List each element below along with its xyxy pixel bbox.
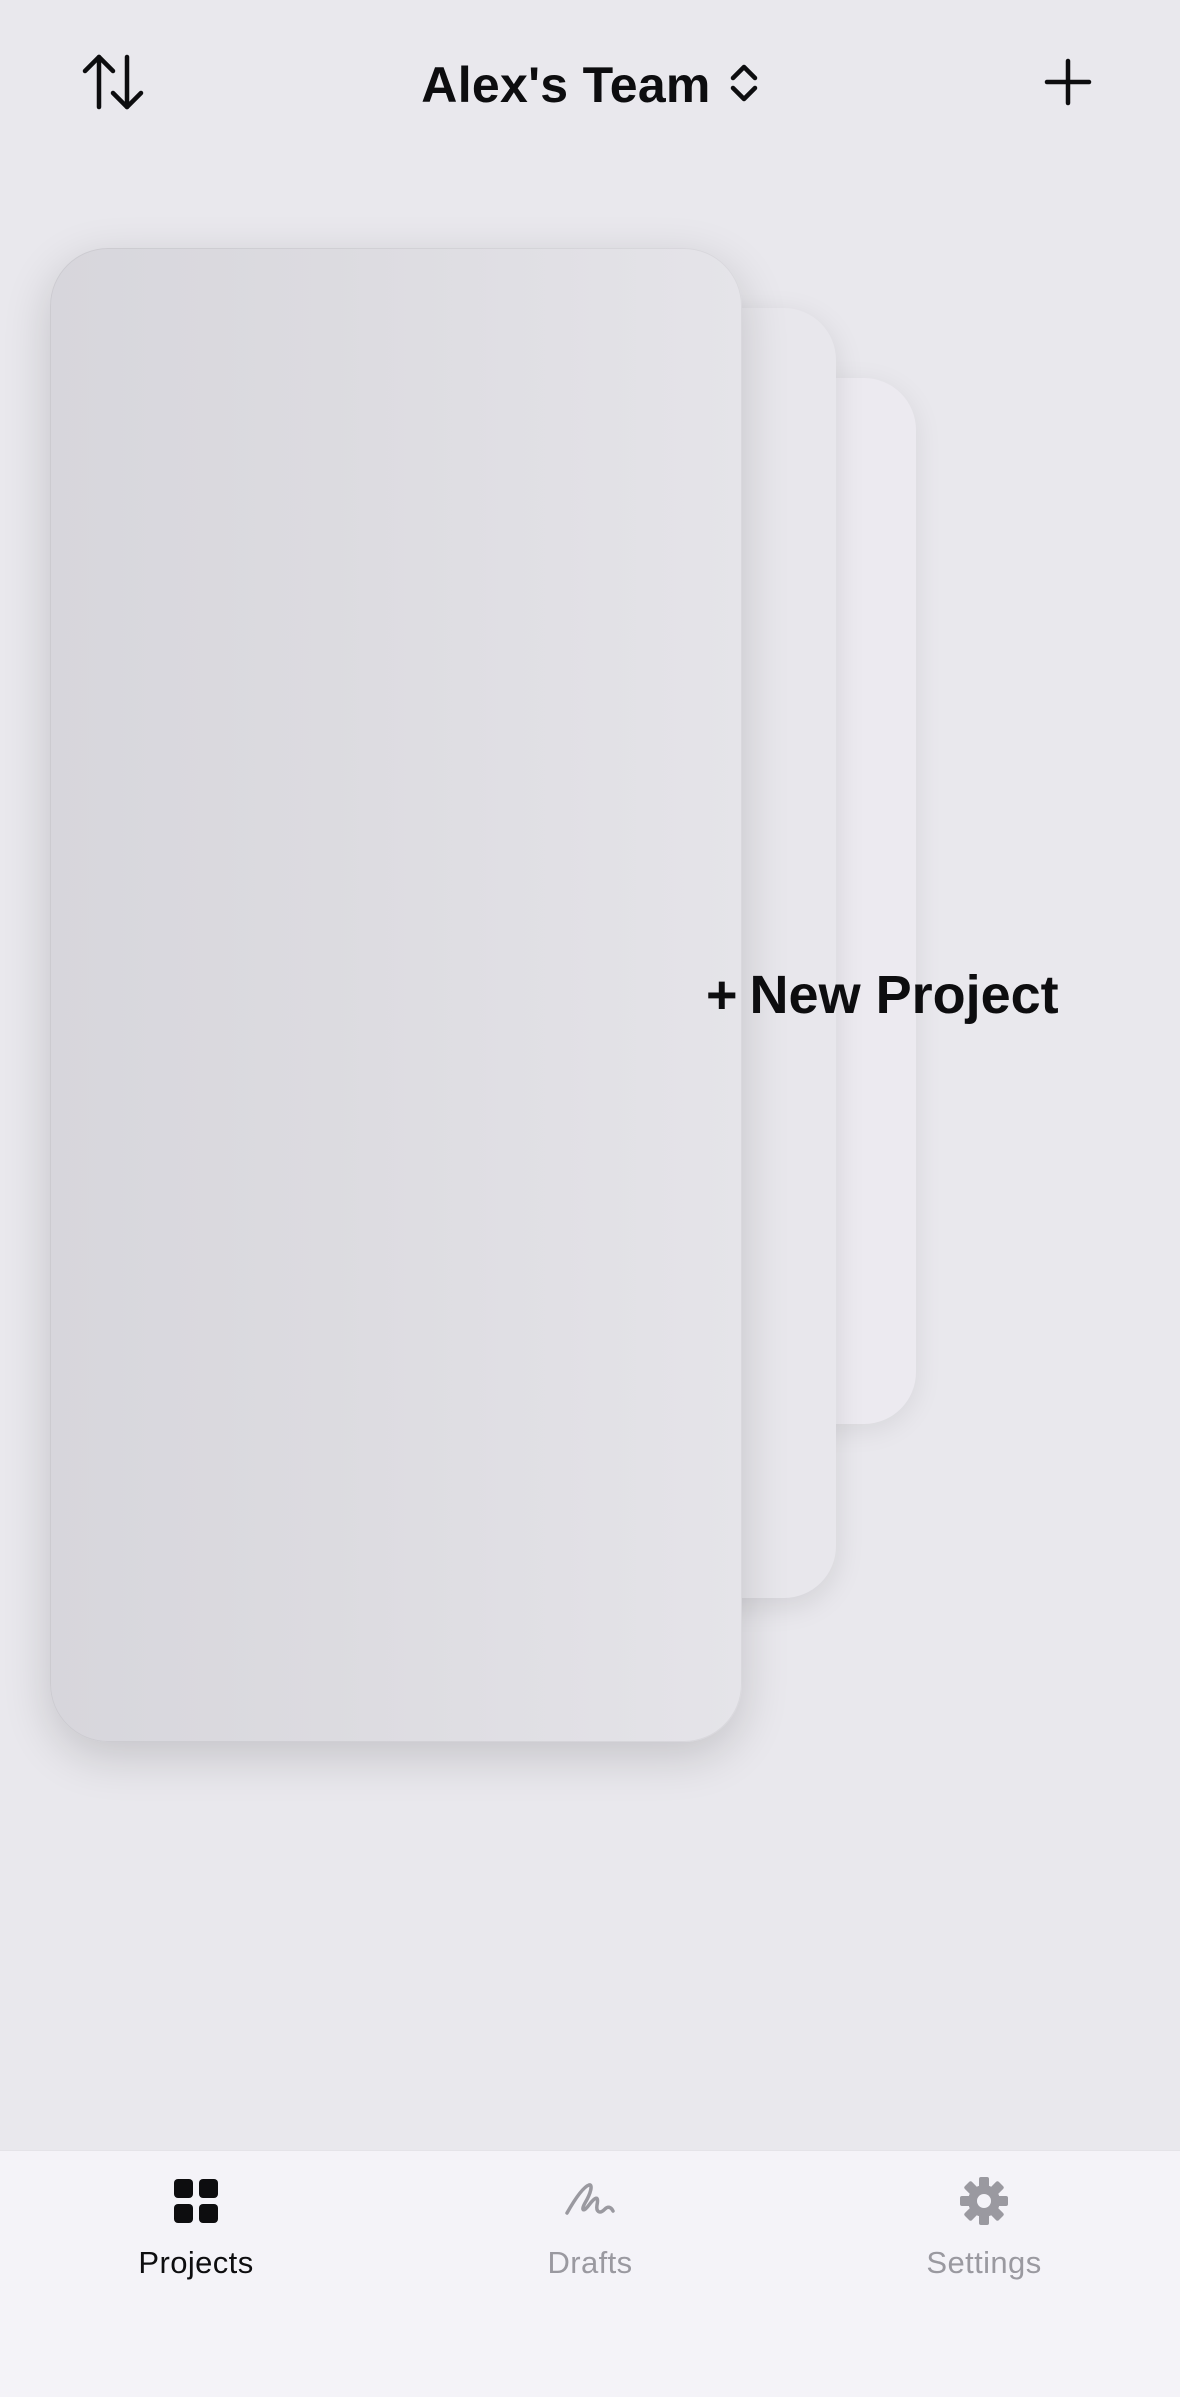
new-project-plus: + xyxy=(706,965,738,1025)
scribble-icon xyxy=(560,2171,620,2231)
new-project-button[interactable]: + New Project xyxy=(706,960,1059,1030)
tab-label-drafts: Drafts xyxy=(547,2245,633,2280)
grid-icon xyxy=(166,2171,226,2231)
tab-settings[interactable]: Settings xyxy=(864,2171,1104,2311)
tab-drafts[interactable]: Drafts xyxy=(470,2171,710,2311)
project-card-stack: + New Project xyxy=(0,0,1180,1800)
project-card-front[interactable] xyxy=(50,248,742,1742)
gear-icon xyxy=(954,2171,1014,2231)
tab-label-settings: Settings xyxy=(926,2245,1042,2280)
tab-projects[interactable]: Projects xyxy=(76,2171,316,2311)
tab-label-projects: Projects xyxy=(138,2245,254,2280)
bottom-tab-bar: Projects Drafts Settings xyxy=(0,2150,1180,2397)
new-project-label: New Project xyxy=(749,965,1059,1025)
